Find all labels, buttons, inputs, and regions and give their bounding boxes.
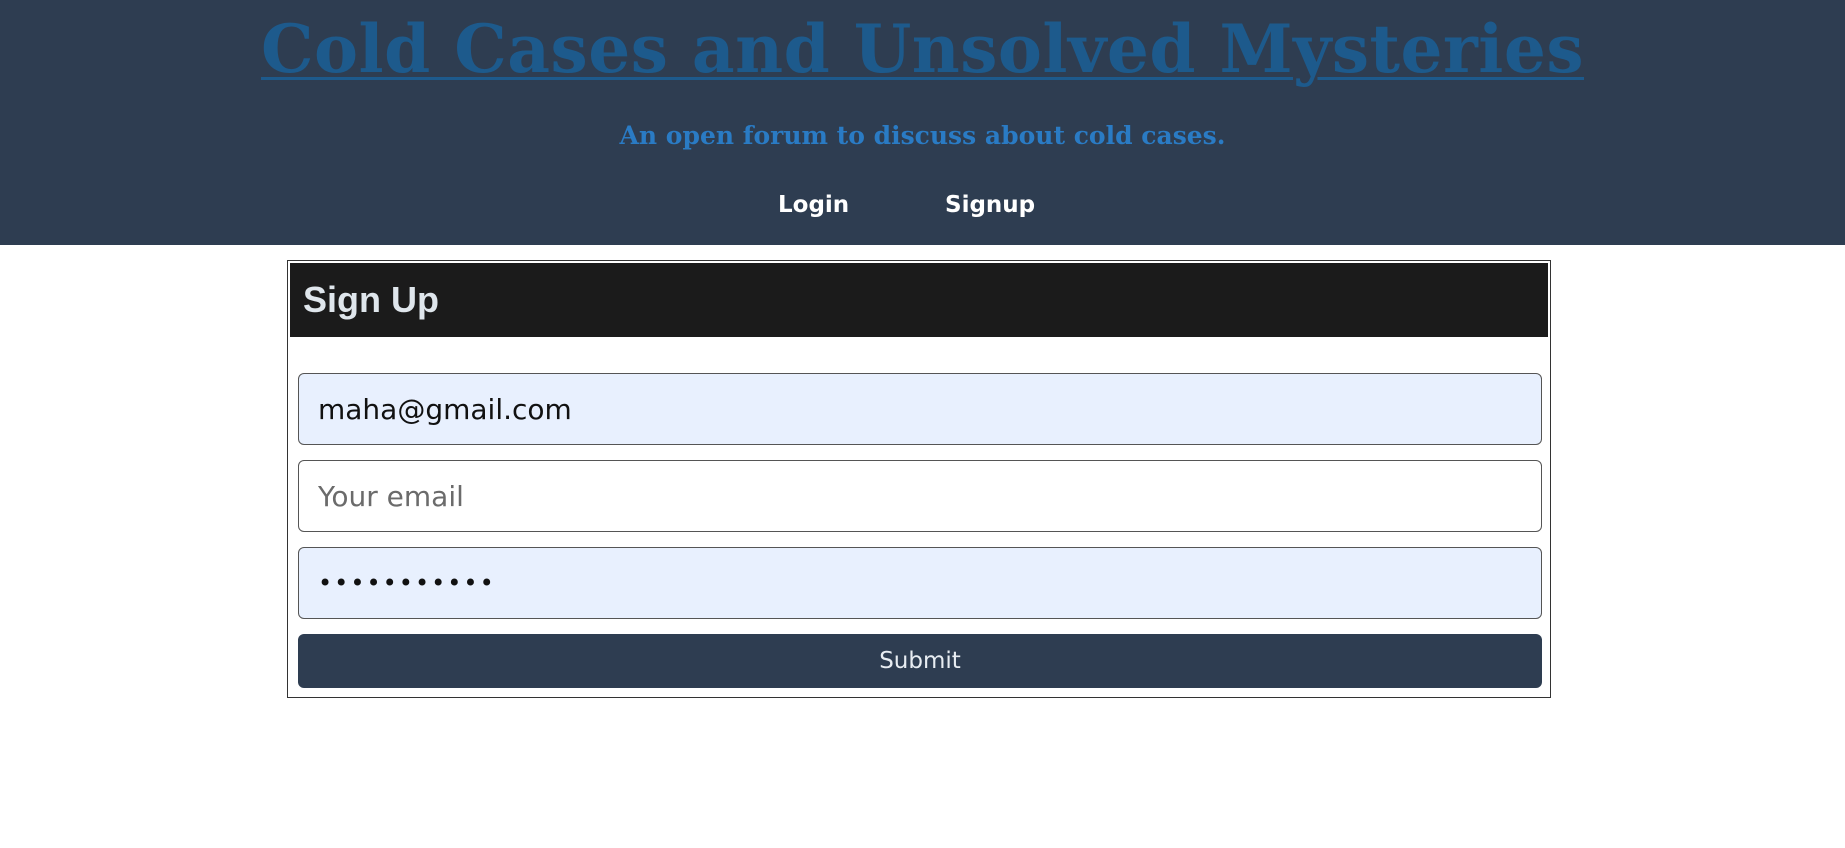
username-field[interactable] [298,373,1542,445]
site-subtitle: An open forum to discuss about cold case… [619,121,1226,150]
site-title-link[interactable]: Cold Cases and Unsolved Mysteries [0,4,1845,94]
nav-signup-link[interactable]: Signup [945,185,1035,225]
nav-login-link[interactable]: Login [778,185,849,225]
site-header: Cold Cases and Unsolved Mysteries An ope… [0,0,1845,245]
main-nav: Login Signup [0,185,1845,225]
signup-card-header: Sign Up [290,263,1548,337]
signup-card: Sign Up Submit [287,260,1551,698]
submit-button[interactable]: Submit [298,634,1542,688]
email-field[interactable] [298,460,1542,532]
password-field[interactable] [298,547,1542,619]
signup-heading: Sign Up [303,279,439,320]
